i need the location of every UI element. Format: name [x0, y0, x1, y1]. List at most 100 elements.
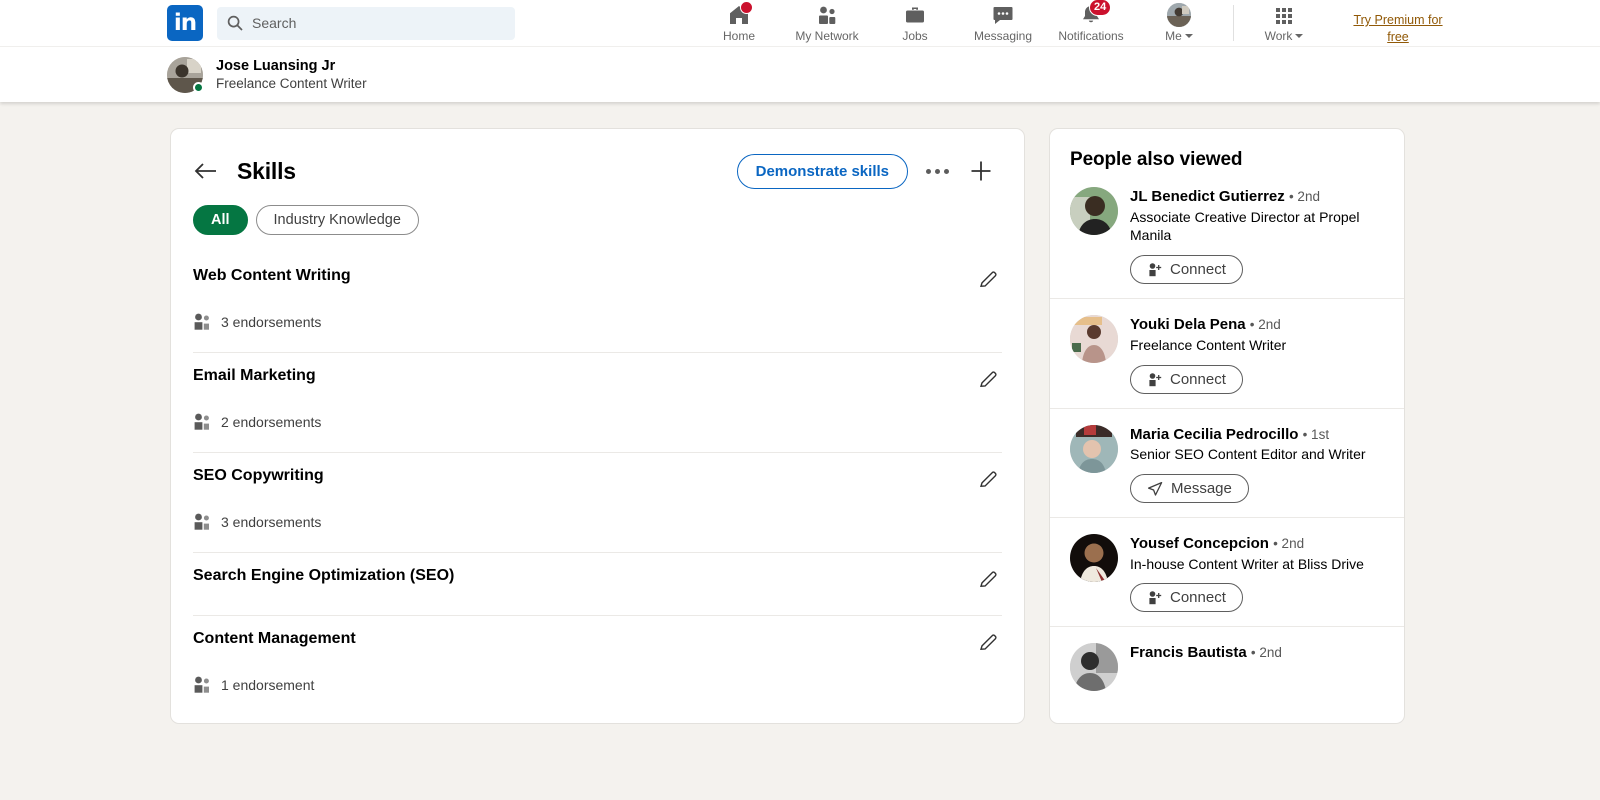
- skills-card-header: Skills Demonstrate skills: [171, 129, 1024, 191]
- list-item[interactable]: Francis Bautista • 2nd: [1050, 626, 1404, 705]
- endorsement-count: 1 endorsement: [221, 676, 315, 693]
- skill-item-top: Email Marketing: [193, 367, 1002, 393]
- nav-item-home[interactable]: Home: [695, 0, 783, 46]
- subheader-avatar-wrap[interactable]: [167, 56, 204, 93]
- skill-item-top: SEO Copywriting: [193, 467, 1002, 493]
- connect-button[interactable]: Connect: [1130, 255, 1243, 285]
- nav-item-work[interactable]: Work: [1240, 0, 1328, 46]
- person-headline: Associate Creative Director at Propel Ma…: [1130, 208, 1360, 244]
- skill-item[interactable]: Content Management 1 endorsement: [193, 615, 1002, 693]
- nav-item-my-network[interactable]: My Network: [783, 0, 871, 46]
- skill-name: Search Engine Optimization (SEO): [193, 567, 455, 584]
- connection-degree: • 2nd: [1249, 317, 1281, 333]
- try-premium-link[interactable]: Try Premium for free: [1342, 12, 1454, 46]
- avatar-icon: [1167, 3, 1191, 27]
- avatar[interactable]: [1070, 643, 1118, 692]
- chevron-down-icon: [1295, 34, 1304, 38]
- list-item-body: Maria Cecilia Pedrocillo • 1st Senior SE…: [1130, 425, 1384, 504]
- notifications-badge: 24: [1089, 0, 1112, 16]
- avatar[interactable]: [1070, 187, 1118, 235]
- skill-item[interactable]: SEO Copywriting 3 endorsements: [193, 452, 1002, 530]
- linkedin-logo-icon[interactable]: in: [167, 5, 203, 41]
- online-status-indicator: [193, 81, 204, 93]
- avatar[interactable]: [1070, 315, 1118, 364]
- endorsement-people-icon: [193, 513, 212, 530]
- more-options-icon[interactable]: [922, 156, 952, 186]
- person-headline: Freelance Content Writer: [1130, 336, 1287, 353]
- page-body: Skills Demonstrate skills All Industry K…: [0, 102, 1600, 724]
- avatar[interactable]: [1070, 534, 1118, 583]
- endorsement-count: 2 endorsements: [221, 413, 322, 430]
- list-item-body: Yousef Concepcion • 2nd In-house Content…: [1130, 534, 1384, 613]
- message-button[interactable]: Message: [1130, 474, 1249, 504]
- person-plus-icon: [1147, 372, 1162, 387]
- list-item[interactable]: Yousef Concepcion • 2nd In-house Content…: [1050, 517, 1404, 626]
- filter-pill-industry-knowledge[interactable]: Industry Knowledge: [255, 205, 419, 235]
- skill-filter-pills: All Industry Knowledge: [171, 191, 1024, 235]
- skill-name: SEO Copywriting: [193, 467, 324, 484]
- skill-name: Web Content Writing: [193, 267, 351, 284]
- nav-item-messaging[interactable]: Messaging: [959, 0, 1047, 46]
- skill-name: Content Management: [193, 630, 356, 647]
- send-icon: [1147, 481, 1163, 497]
- edit-pencil-icon[interactable]: [976, 367, 1002, 393]
- filter-pill-all[interactable]: All: [193, 205, 248, 235]
- demonstrate-skills-button[interactable]: Demonstrate skills: [736, 153, 908, 189]
- endorsement-row: 3 endorsements: [193, 313, 1002, 330]
- nav-item-notifications[interactable]: 24 Notifications: [1047, 0, 1135, 46]
- person-name[interactable]: Yousef Concepcion • 2nd: [1130, 534, 1384, 554]
- grid-icon: [1273, 3, 1295, 27]
- nav-divider: [1233, 5, 1234, 41]
- connection-degree: • 1st: [1302, 426, 1330, 442]
- person-name[interactable]: JL Benedict Gutierrez • 2nd: [1130, 187, 1384, 207]
- nav-label-me: Me: [1165, 29, 1193, 43]
- search-icon: [227, 15, 243, 31]
- list-item[interactable]: Maria Cecilia Pedrocillo • 1st Senior SE…: [1050, 407, 1404, 517]
- nav-items-group: Home My Network Jobs Messaging 24 Notifi…: [695, 0, 1454, 46]
- list-item-body: JL Benedict Gutierrez • 2nd Associate Cr…: [1130, 187, 1384, 285]
- person-headline: Senior SEO Content Editor and Writer: [1130, 446, 1366, 463]
- nav-label-messaging: Messaging: [973, 29, 1033, 43]
- skill-item-top: Search Engine Optimization (SEO): [193, 567, 1002, 593]
- plus-icon[interactable]: [966, 156, 996, 186]
- person-name-text: JL Benedict Gutierrez: [1130, 188, 1285, 205]
- person-name[interactable]: Maria Cecilia Pedrocillo • 1st: [1130, 425, 1384, 445]
- list-item[interactable]: Youki Dela Pena • 2nd Freelance Content …: [1050, 298, 1404, 407]
- person-name-text: Maria Cecilia Pedrocillo: [1130, 425, 1299, 443]
- connect-button-label: Connect: [1170, 370, 1226, 388]
- skill-item[interactable]: Email Marketing 2 endorsements: [193, 352, 1002, 430]
- endorsement-row: 1 endorsement: [193, 676, 1002, 693]
- nav-item-jobs[interactable]: Jobs: [871, 0, 959, 46]
- edit-pencil-icon[interactable]: [976, 267, 1002, 293]
- connect-button[interactable]: Connect: [1130, 364, 1243, 394]
- people-also-viewed-title: People also viewed: [1070, 149, 1243, 170]
- nav-item-me[interactable]: Me: [1135, 0, 1223, 46]
- search-input[interactable]: [252, 15, 505, 31]
- edit-pencil-icon[interactable]: [976, 630, 1002, 656]
- person-plus-icon: [1147, 262, 1162, 277]
- person-headline: In-house Content Writer at Bliss Drive: [1130, 555, 1364, 572]
- nav-label-work-text: Work: [1264, 29, 1293, 43]
- nav-label-jobs: Jobs: [902, 29, 928, 43]
- list-item-body: Youki Dela Pena • 2nd Freelance Content …: [1130, 315, 1384, 394]
- briefcase-icon: [903, 3, 927, 27]
- connect-button[interactable]: Connect: [1130, 583, 1243, 613]
- back-arrow-icon[interactable]: [193, 158, 219, 184]
- edit-pencil-icon[interactable]: [976, 567, 1002, 593]
- list-item[interactable]: JL Benedict Gutierrez • 2nd Associate Cr…: [1050, 171, 1404, 298]
- profile-subheader: Jose Luansing Jr Freelance Content Write…: [0, 46, 1600, 102]
- nav-left-group: in: [0, 5, 515, 41]
- message-button-label: Message: [1171, 480, 1232, 498]
- subheader-text: Jose Luansing Jr Freelance Content Write…: [216, 57, 367, 93]
- bell-icon: 24: [1079, 0, 1112, 27]
- skills-card-actions: Demonstrate skills: [736, 153, 996, 189]
- edit-pencil-icon[interactable]: [976, 467, 1002, 493]
- skill-item[interactable]: Web Content Writing 3 endorsements: [193, 253, 1002, 330]
- avatar[interactable]: [1070, 424, 1118, 473]
- skill-item[interactable]: Search Engine Optimization (SEO): [193, 552, 1002, 615]
- search-box[interactable]: [217, 6, 515, 40]
- page-title: Skills: [237, 157, 296, 184]
- person-name[interactable]: Francis Bautista • 2nd: [1130, 643, 1384, 663]
- person-name[interactable]: Youki Dela Pena • 2nd: [1130, 315, 1384, 335]
- endorsement-people-icon: [193, 413, 212, 430]
